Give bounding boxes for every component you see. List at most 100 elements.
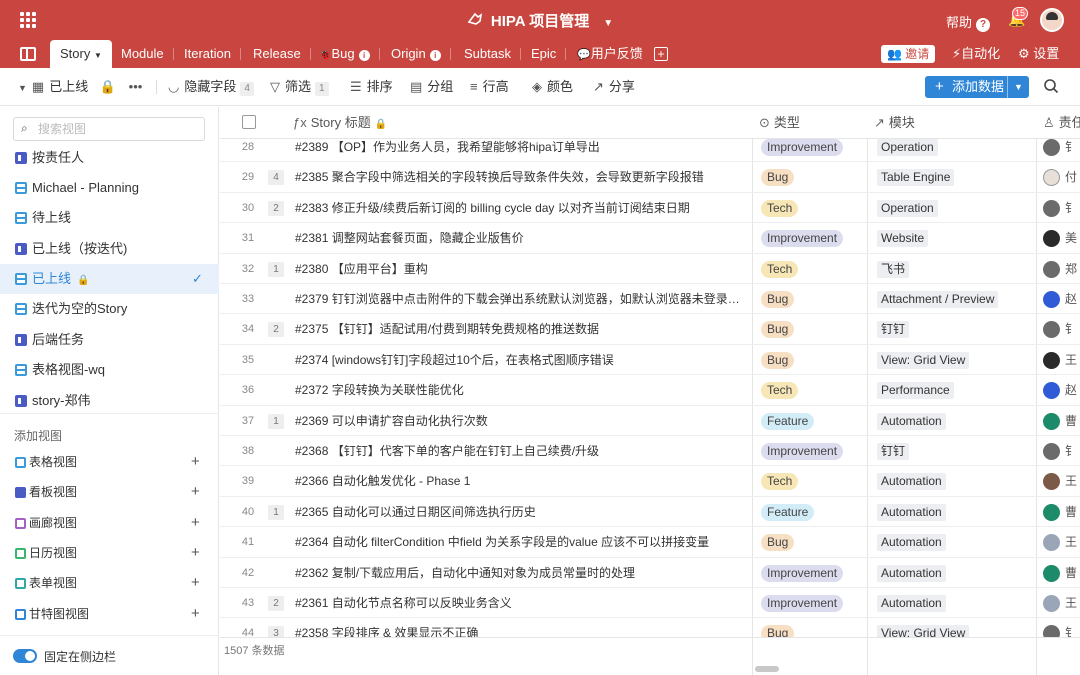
add-grid-view[interactable]: 表格视图 + (0, 447, 219, 477)
owner-avatar[interactable] (1043, 321, 1060, 339)
tab-origin[interactable]: Origin i (381, 40, 451, 68)
module-tag[interactable]: Automation (877, 473, 946, 491)
owner-avatar[interactable] (1043, 382, 1060, 400)
row-height-button[interactable]: ≡ 行高 (470, 68, 509, 106)
plus-icon[interactable]: + (191, 447, 200, 477)
view-search-input[interactable] (38, 121, 198, 137)
sidebar-view-item-active[interactable]: 已上线 🔒 ✓ (0, 264, 219, 294)
sidebar-toggle-icon[interactable] (20, 47, 36, 61)
owner-avatar[interactable] (1043, 169, 1060, 187)
owner-avatar[interactable] (1043, 443, 1060, 460)
owner-avatar[interactable] (1043, 260, 1060, 278)
table-row[interactable]: 37 1 #2369 可以申请扩容自动化执行次数 Feature Automation 曹 (220, 406, 1080, 436)
type-tag[interactable]: Bug (761, 291, 795, 308)
add-kanban-view[interactable]: 看板视图 + (0, 477, 219, 507)
table-row[interactable]: 40 1 #2365 自动化可以通过日期区间筛选执行历史 Feature Automat… (220, 497, 1080, 528)
app-title[interactable]: HIPA 项目管理 ▼ (0, 10, 1080, 31)
type-tag[interactable]: Bug (761, 625, 795, 637)
chevron-down-icon[interactable]: ▼ (1007, 76, 1029, 98)
plus-icon[interactable]: + (191, 538, 200, 568)
story-title-cell[interactable]: #2365 自动化可以通过日期区间筛选执行历史 (295, 497, 749, 527)
tab-feedback[interactable]: 💬用户反馈 (567, 40, 653, 68)
type-tag[interactable]: Improvement (761, 139, 844, 156)
add-table-icon[interactable]: + (654, 47, 668, 61)
sidebar-view-item[interactable]: Michael - Planning (0, 173, 219, 203)
add-form-view[interactable]: 表单视图 + (0, 568, 219, 598)
sidebar-view-item[interactable]: 待上线 (0, 203, 219, 233)
table-row[interactable]: 41 #2364 自动化 filterCondition 中field 为关系字段… (220, 527, 1080, 558)
plus-icon[interactable]: + (191, 599, 200, 629)
table-row[interactable]: 29 4 #2385 聚合字段中筛选相关的字段转换后导致条件失效，会导致更新字段报错… (220, 162, 1080, 193)
owner-avatar[interactable] (1043, 139, 1060, 156)
owner-avatar[interactable] (1043, 291, 1060, 308)
type-tag[interactable]: Improvement (761, 230, 844, 248)
story-title-cell[interactable]: #2385 聚合字段中筛选相关的字段转换后导致条件失效，会导致更新字段报错 (295, 162, 749, 192)
owner-avatar[interactable] (1043, 199, 1060, 217)
table-row[interactable]: 39 #2366 自动化触发优化 - Phase 1 Tech Automation 王 (220, 466, 1080, 497)
module-tag[interactable]: Attachment / Preview (877, 291, 999, 308)
module-tag[interactable]: Performance (877, 382, 954, 400)
color-button[interactable]: ◈ 颜色 (532, 68, 573, 106)
add-data-button[interactable]: + 添加数据 ▼ (925, 76, 1029, 98)
owner-avatar[interactable] (1043, 351, 1060, 369)
comment-count-badge[interactable]: 2 (268, 596, 284, 611)
hide-fields-button[interactable]: ◡ 隐藏字段 4 (168, 68, 254, 106)
comment-count-badge[interactable]: 1 (268, 504, 284, 520)
module-tag[interactable]: Automation (877, 503, 946, 521)
tab-story[interactable]: Story ▼ (50, 40, 112, 68)
table-row[interactable]: 43 2 #2361 自动化节点名称可以反映业务含义 Improvement Autom… (220, 588, 1080, 619)
module-tag[interactable]: View: Grid View (877, 351, 970, 369)
more-icon[interactable]: ••• (129, 68, 143, 106)
add-gantt-view[interactable]: 甘特图视图 + (0, 599, 219, 629)
story-title-cell[interactable]: #2366 自动化触发优化 - Phase 1 (295, 466, 749, 496)
module-tag[interactable]: Operation (877, 139, 938, 156)
story-title-cell[interactable]: #2380 【应用平台】重构 (295, 254, 749, 284)
type-tag[interactable]: Tech (761, 260, 799, 278)
table-row[interactable]: 31 #2381 调整网站套餐页面，隐藏企业版售价 Improvement Websi… (220, 223, 1080, 254)
sidebar-view-item[interactable]: 后端任务 (0, 325, 219, 355)
comment-count-badge[interactable]: 2 (268, 322, 284, 338)
type-tag[interactable]: Improvement (761, 564, 844, 582)
column-header-title[interactable]: ƒx Story 标题 🔒 (293, 107, 391, 141)
table-row[interactable]: 36 #2372 字段转换为关联性能优化 Tech Performance 赵 (220, 375, 1080, 406)
sidebar-view-item[interactable]: 迭代为空的Story (0, 294, 219, 324)
owner-avatar[interactable] (1043, 230, 1060, 248)
sidebar-view-item[interactable]: 按责任人 (0, 143, 219, 173)
table-row[interactable]: 38 #2368 【钉钉】代客下单的客户能在钉钉上自己续费/升级 Improveme… (220, 436, 1080, 467)
module-tag[interactable]: Automation (877, 534, 946, 552)
owner-avatar[interactable] (1043, 595, 1060, 612)
story-title-cell[interactable]: #2364 自动化 filterCondition 中field 为关系字段是的… (295, 527, 749, 557)
column-header-type[interactable]: ⊙ 类型 (759, 107, 800, 139)
module-tag[interactable]: Operation (877, 199, 938, 217)
filter-button[interactable]: ▽ 筛选 1 (270, 68, 329, 106)
owner-avatar[interactable] (1043, 503, 1060, 521)
type-tag[interactable]: Tech (761, 199, 799, 217)
type-tag[interactable]: Feature (761, 503, 815, 521)
comment-count-badge[interactable]: 4 (268, 170, 284, 186)
type-tag[interactable]: Improvement (761, 595, 844, 612)
sidebar-view-item[interactable]: story-郑伟 (0, 386, 219, 416)
sort-button[interactable]: ☰ 排序 (350, 68, 393, 106)
type-tag[interactable]: Bug (761, 321, 795, 339)
story-title-cell[interactable]: #2379 钉钉浏览器中点击附件的下载会弹出系统默认浏览器，如默认浏览器未登录黑… (295, 284, 749, 314)
owner-avatar[interactable] (1043, 625, 1060, 637)
tab-bug[interactable]: 🐞Bug i (309, 40, 380, 68)
module-tag[interactable]: 钉钉 (877, 443, 910, 460)
owner-avatar[interactable] (1043, 534, 1060, 552)
story-title-cell[interactable]: #2368 【钉钉】代客下单的客户能在钉钉上自己续费/升级 (295, 436, 749, 466)
module-tag[interactable]: Table Engine (877, 169, 955, 187)
owner-avatar[interactable] (1043, 412, 1060, 430)
story-title-cell[interactable]: #2361 自动化节点名称可以反映业务含义 (295, 588, 749, 618)
type-tag[interactable]: Improvement (761, 443, 844, 460)
comment-count-badge[interactable]: 3 (268, 626, 284, 637)
table-row[interactable]: 34 2 #2375 【钉钉】适配试用/付费到期转免费规格的推送数据 Bug 钉钉 钅 (220, 314, 1080, 345)
type-tag[interactable]: Bug (761, 534, 795, 552)
owner-avatar[interactable] (1043, 473, 1060, 491)
column-header-owner[interactable]: ♙ 责任 (1043, 107, 1080, 139)
invite-button[interactable]: 👥 邀请 (881, 45, 936, 63)
tab-iteration[interactable]: Iteration (174, 40, 241, 68)
sidebar-view-item[interactable]: 已上线（按迭代) (0, 234, 219, 264)
help-button[interactable]: 帮助? (946, 12, 991, 32)
owner-avatar[interactable] (1043, 564, 1060, 582)
tab-epic[interactable]: Epic (521, 40, 567, 68)
